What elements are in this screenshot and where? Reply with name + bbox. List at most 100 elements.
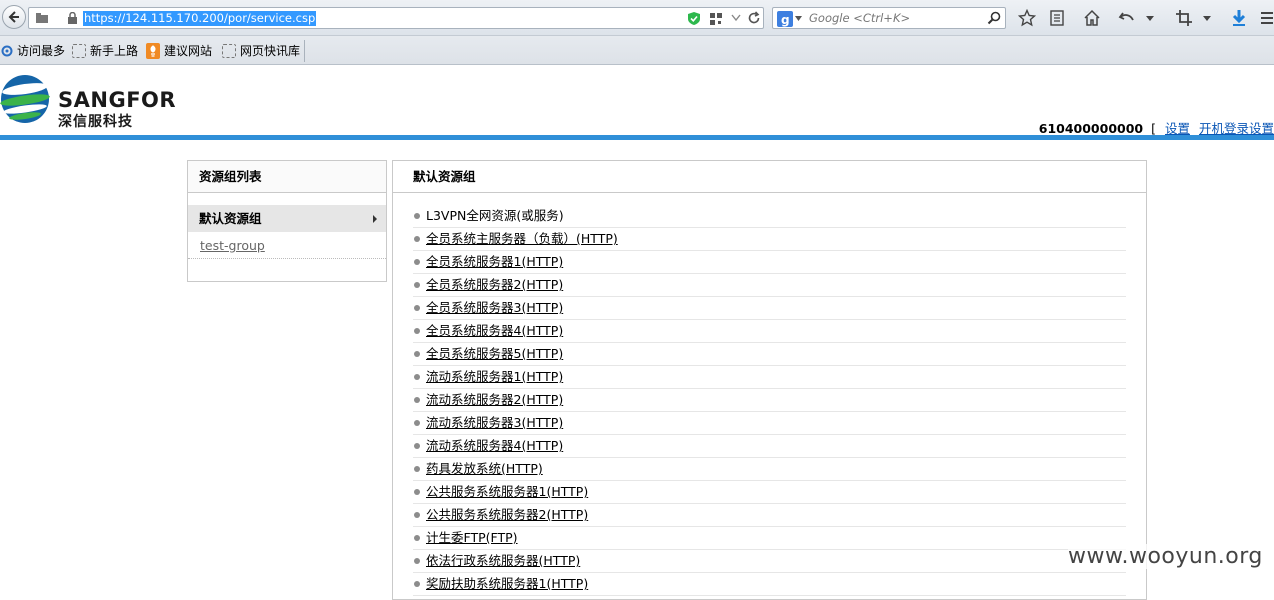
resource-panel-title: 默认资源组: [393, 161, 1146, 193]
resource-link[interactable]: L3VPN全网资源(或服务): [426, 205, 564, 227]
logo-text-en: SANGFOR: [58, 88, 177, 112]
resource-link[interactable]: 全员系统服务器1(HTTP): [426, 251, 563, 273]
resource-item[interactable]: 公共服务系统服务器2(HTTP): [413, 504, 1126, 527]
bookmark-label: 访问最多: [17, 44, 66, 58]
bookmark-label: 建议网站: [164, 44, 213, 58]
resource-link[interactable]: 公共服务系统服务器2(HTTP): [426, 504, 588, 526]
url-bar[interactable]: https://124.115.170.200/por/service.csp: [28, 7, 764, 29]
crop-dropdown-icon[interactable]: [1200, 8, 1214, 28]
resource-item[interactable]: 计生委FTP(FTP): [413, 527, 1126, 550]
shield-icon[interactable]: [687, 11, 701, 26]
bullet-icon: [414, 328, 420, 334]
bullet-icon: [414, 420, 420, 426]
resource-item[interactable]: 全员系统服务器4(HTTP): [413, 320, 1126, 343]
bullet-icon: [414, 535, 420, 541]
bullet-icon: [414, 397, 420, 403]
resource-item[interactable]: 全员系统服务器2(HTTP): [413, 274, 1126, 297]
resource-link[interactable]: 全员系统服务器3(HTTP): [426, 297, 563, 319]
user-id: 610400000000: [1038, 121, 1144, 136]
resource-link[interactable]: 依法行政系统服务器(HTTP): [426, 550, 580, 572]
login-settings-link[interactable]: 开机登录设置: [1199, 121, 1274, 136]
undo-icon[interactable]: [1117, 8, 1137, 28]
google-icon[interactable]: g: [777, 11, 793, 27]
bullet-icon: [414, 558, 420, 564]
resource-group-item-test[interactable]: test-group: [188, 233, 386, 259]
bullet-icon: [414, 512, 420, 518]
resource-item[interactable]: L3VPN全网资源(或服务): [413, 205, 1126, 228]
dropdown-arrow-icon[interactable]: [731, 14, 741, 22]
resource-group-label: 默认资源组: [199, 211, 262, 226]
bookmarks-divider: [304, 40, 305, 62]
bookmark-most-visited[interactable]: 访问最多: [0, 43, 65, 59]
resource-link[interactable]: 全员系统服务器4(HTTP): [426, 320, 563, 342]
resource-item[interactable]: 流动系统服务器1(HTTP): [413, 366, 1126, 389]
page-icon: [36, 13, 48, 23]
resource-link[interactable]: 全员系统主服务器（负载）(HTTP): [426, 228, 618, 250]
resource-link[interactable]: 流动系统服务器1(HTTP): [426, 366, 563, 388]
resource-item[interactable]: 公共服务系统服务器1(HTTP): [413, 481, 1126, 504]
search-engine-dropdown-icon[interactable]: [795, 16, 802, 21]
menu-overflow-icon[interactable]: [1260, 8, 1274, 28]
bookmark-label: 新手上路: [90, 44, 139, 58]
bullet-icon: [414, 443, 420, 449]
bookmark-star-icon[interactable]: [1017, 8, 1037, 28]
home-icon[interactable]: [1082, 8, 1102, 28]
resource-item[interactable]: 流动系统服务器2(HTTP): [413, 389, 1126, 412]
download-icon[interactable]: [1229, 8, 1249, 28]
bullet-icon: [414, 236, 420, 242]
chevron-right-icon: [373, 215, 377, 223]
qr-code-icon[interactable]: [709, 12, 723, 26]
suggested-sites-icon: [146, 43, 160, 59]
search-icon[interactable]: [987, 11, 1001, 25]
bullet-icon: [414, 213, 420, 219]
resource-link[interactable]: 奖励扶助系统服务器1(HTTP): [426, 573, 588, 595]
resource-item[interactable]: 流动系统服务器3(HTTP): [413, 412, 1126, 435]
resource-item[interactable]: 全员系统服务器1(HTTP): [413, 251, 1126, 274]
resource-list: L3VPN全网资源(或服务) 全员系统主服务器（负载）(HTTP) 全员系统服务器1…: [413, 205, 1126, 596]
resource-link[interactable]: 流动系统服务器3(HTTP): [426, 412, 563, 434]
bookmark-label: 网页快讯库: [240, 44, 301, 58]
resource-item[interactable]: 全员系统服务器3(HTTP): [413, 297, 1126, 320]
back-button[interactable]: [2, 5, 26, 29]
resource-link[interactable]: 流动系统服务器4(HTTP): [426, 435, 563, 457]
resource-item[interactable]: 流动系统服务器4(HTTP): [413, 435, 1126, 458]
resource-group-list-panel: 资源组列表 默认资源组 test-group: [187, 160, 387, 282]
resource-item[interactable]: 全员系统服务器5(HTTP): [413, 343, 1126, 366]
resource-link[interactable]: 药具发放系统(HTTP): [426, 458, 543, 480]
svg-text:g: g: [781, 13, 790, 27]
bullet-icon: [414, 305, 420, 311]
resource-group-item-default[interactable]: 默认资源组: [188, 205, 386, 232]
screenshot-crop-icon[interactable]: [1174, 8, 1194, 28]
resource-link[interactable]: 全员系统服务器5(HTTP): [426, 343, 563, 365]
resource-panel: 默认资源组 L3VPN全网资源(或服务) 全员系统主服务器（负载）(HTTP) 全员…: [392, 160, 1147, 600]
browser-toolbar: https://124.115.170.200/por/service.csp …: [0, 0, 1274, 36]
bullet-icon: [414, 351, 420, 357]
url-text[interactable]: https://124.115.170.200/por/service.csp: [83, 11, 317, 26]
sangfor-globe-icon: [0, 75, 50, 123]
sangfor-logo[interactable]: SANGFOR 深信服科技: [0, 73, 176, 130]
bookmark-web-slices[interactable]: 网页快讯库: [222, 43, 300, 59]
bullet-icon: [414, 489, 420, 495]
resource-link[interactable]: 全员系统服务器2(HTTP): [426, 274, 563, 296]
reading-list-icon[interactable]: [1047, 8, 1067, 28]
resource-link[interactable]: 公共服务系统服务器1(HTTP): [426, 481, 588, 503]
search-bar[interactable]: g Google <Ctrl+K>: [772, 7, 1006, 29]
bookmark-suggested-sites[interactable]: 建议网站: [146, 43, 212, 59]
bookmarks-bar: 访问最多 新手上路 建议网站 网页快讯库: [0, 36, 1274, 65]
back-arrow-icon: [8, 11, 19, 23]
resource-item[interactable]: 药具发放系统(HTTP): [413, 458, 1126, 481]
reload-icon[interactable]: [747, 11, 761, 25]
page-placeholder-icon: [72, 44, 86, 58]
watermark: www.wooyun.org: [1068, 544, 1263, 569]
resource-group-list-title: 资源组列表: [188, 161, 386, 193]
resource-link[interactable]: 计生委FTP(FTP): [426, 527, 518, 549]
resource-item[interactable]: 全员系统主服务器（负载）(HTTP): [413, 228, 1126, 251]
settings-link[interactable]: 设置: [1165, 121, 1190, 136]
bookmark-getting-started[interactable]: 新手上路: [72, 43, 138, 59]
logo-text-cn: 深信服科技: [58, 114, 133, 130]
page-header: SANGFOR 深信服科技 610400000000 [ 设置 开机登录设置: [0, 65, 1274, 136]
undo-dropdown-icon[interactable]: [1143, 8, 1157, 28]
resource-item[interactable]: 奖励扶助系统服务器1(HTTP): [413, 573, 1126, 596]
resource-item[interactable]: 依法行政系统服务器(HTTP): [413, 550, 1126, 573]
resource-link[interactable]: 流动系统服务器2(HTTP): [426, 389, 563, 411]
